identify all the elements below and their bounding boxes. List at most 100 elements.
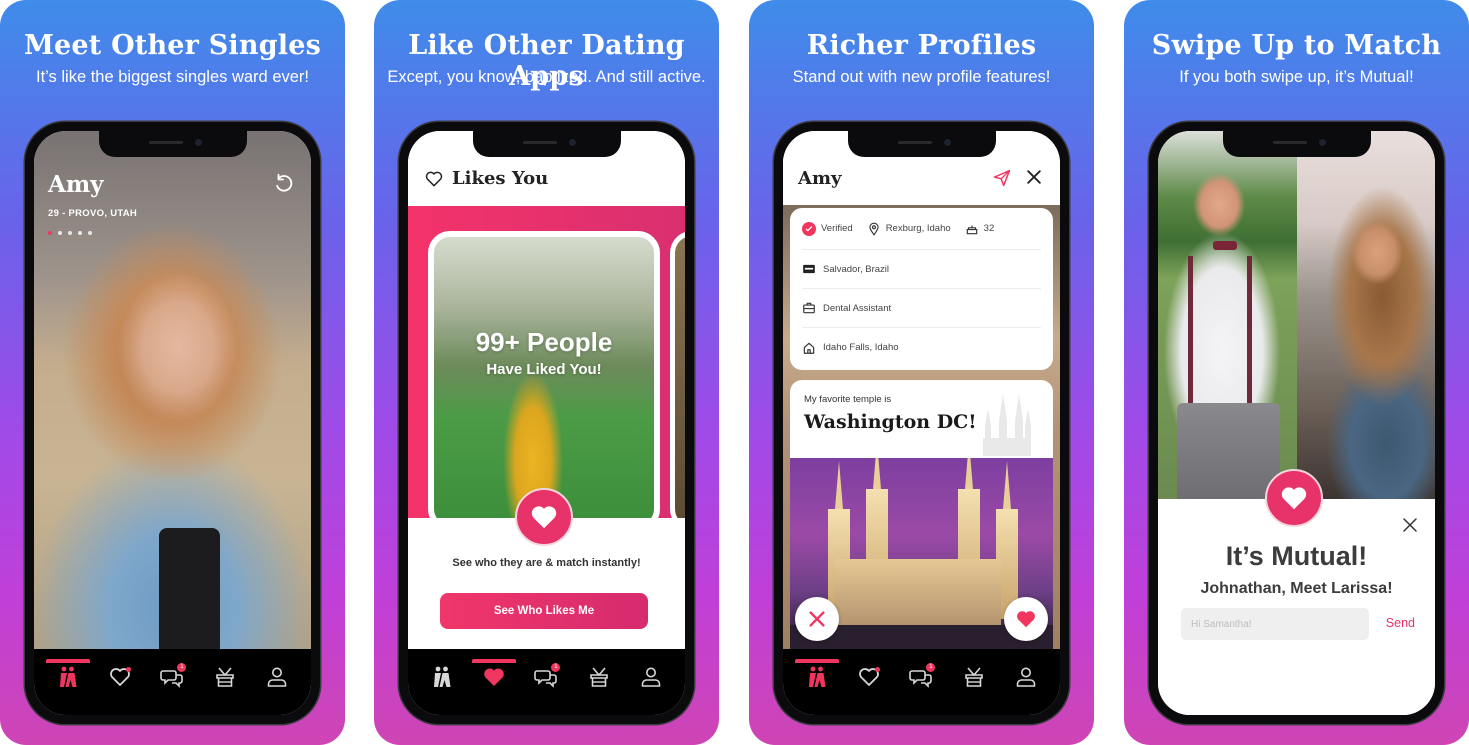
like-button[interactable] [1004, 597, 1048, 641]
blurred-profile-card[interactable]: 99+ People Have Liked You! [428, 231, 660, 531]
heart-outline-icon [423, 169, 445, 189]
age-chip: 32 [965, 222, 994, 236]
pager-dot[interactable] [48, 231, 52, 235]
likes-prompt: See who they are & match instantly! [452, 557, 641, 569]
heart-icon [1015, 608, 1037, 630]
pager-dot[interactable] [58, 231, 62, 235]
people-icon [430, 665, 454, 689]
job-label: Dental Assistant [823, 302, 892, 314]
tab-messages[interactable]: 1 [526, 663, 566, 691]
active-tab-indicator [472, 659, 517, 663]
panel-subtitle: Except, you know, baptized. And still ac… [387, 68, 706, 86]
match-subtitle: Johnathan, Meet Larissa! [1200, 580, 1393, 597]
hometown-label: Idaho Falls, Idaho [823, 342, 899, 353]
heart-icon [1278, 483, 1310, 513]
see-who-likes-me-button[interactable]: See Who Likes Me [440, 593, 648, 629]
tab-discover[interactable] [422, 663, 462, 691]
send-button[interactable]: Send [1386, 616, 1415, 630]
heart-badge [1265, 469, 1323, 527]
phone-frame: It’s Mutual! Johnathan, Meet Larissa! Se… [1149, 122, 1444, 724]
temple-silhouette-icon [983, 394, 1031, 456]
phone-frame: Amy Verified Rexburg, Idaho 32 Salvador,… [774, 122, 1069, 724]
heart-icon [528, 502, 560, 532]
phone-notch [847, 131, 996, 157]
verified-chip: Verified [802, 221, 853, 236]
photo-detail [1177, 403, 1280, 499]
pager-dot[interactable] [78, 231, 82, 235]
basket-icon [213, 665, 237, 689]
panel-swipe-up: Swipe Up to Match If you both swipe up, … [1124, 0, 1469, 745]
match-sheet [1158, 499, 1435, 715]
phone-notch [472, 131, 621, 157]
basket-icon [962, 665, 986, 689]
tab-bar: 1 [408, 649, 685, 715]
tab-activities[interactable] [579, 663, 619, 691]
pass-button[interactable] [795, 597, 839, 641]
tab-activities[interactable] [205, 663, 245, 691]
tab-likes[interactable] [100, 663, 140, 691]
tab-profile[interactable] [631, 663, 671, 691]
basket-icon [587, 665, 611, 689]
profile-name: Amy [48, 171, 104, 198]
tab-activities[interactable] [954, 663, 994, 691]
close-icon[interactable] [1024, 167, 1044, 187]
photo-detail [1188, 256, 1194, 404]
tab-discover[interactable] [46, 659, 91, 691]
match-photo-right [1296, 131, 1435, 499]
panel-likes-you: Like Other Dating Apps Except, you know,… [374, 0, 719, 745]
name-tag-icon [803, 264, 815, 274]
panel-subtitle: Stand out with new profile features! [792, 68, 1051, 86]
info-row-job: Dental Assistant [802, 289, 1041, 328]
match-photo-left [1158, 131, 1297, 499]
verified-check-icon [802, 221, 816, 236]
heart-badge [515, 488, 573, 546]
user-icon [1014, 665, 1038, 689]
tab-likes[interactable] [849, 663, 889, 691]
x-icon [809, 611, 825, 627]
location-label: Rexburg, Idaho [885, 223, 951, 234]
phone-frame: Amy 29 - PROVO, UTAH 1 [25, 122, 320, 724]
photo-detail [1213, 241, 1238, 251]
next-profile-card[interactable] [670, 231, 685, 531]
people-icon [805, 665, 829, 689]
panel-richer-profiles: Richer Profiles Stand out with new profi… [749, 0, 1094, 745]
favorite-temple-card: My favorite temple is Washington DC! [790, 380, 1053, 458]
active-tab-indicator [795, 659, 840, 663]
tab-profile[interactable] [1006, 663, 1046, 691]
tab-profile[interactable] [257, 663, 297, 691]
photo-detail [1246, 256, 1252, 404]
undo-icon[interactable] [273, 173, 295, 195]
panel-subtitle: It’s like the biggest singles ward ever! [36, 68, 309, 86]
tab-messages[interactable]: 1 [152, 663, 192, 691]
panel-title: Meet Other Singles [23, 30, 322, 61]
phone-screen-profile: Amy Verified Rexburg, Idaho 32 Salvador,… [783, 131, 1060, 715]
map-pin-icon [869, 222, 879, 236]
tab-discover[interactable] [795, 659, 840, 691]
photo-pager [48, 231, 92, 235]
people-icon [56, 665, 80, 689]
home-icon [803, 342, 815, 354]
phone-frame: Likes You 99+ People Have Liked You! See… [399, 122, 694, 724]
info-row-summary: Verified Rexburg, Idaho 32 [802, 208, 1041, 250]
tab-bar: 1 [34, 649, 311, 715]
tab-messages[interactable]: 1 [901, 663, 941, 691]
paper-plane-icon[interactable] [992, 168, 1012, 188]
close-icon[interactable] [1401, 516, 1419, 534]
messages-badge: 1 [551, 663, 561, 672]
verified-label: Verified [821, 223, 853, 234]
messages-badge: 1 [926, 663, 936, 672]
profile-info-card: Verified Rexburg, Idaho 32 Salvador, Bra… [790, 208, 1053, 370]
phone-screen-match: It’s Mutual! Johnathan, Meet Larissa! Se… [1158, 131, 1435, 715]
tab-likes[interactable] [472, 659, 517, 691]
info-row-mission: Salvador, Brazil [802, 250, 1041, 289]
cake-icon [966, 225, 977, 234]
phone-notch [1222, 131, 1371, 157]
panel-subtitle: If you both swipe up, it’s Mutual! [1179, 68, 1414, 86]
pager-dot[interactable] [88, 231, 92, 235]
pager-dot[interactable] [68, 231, 72, 235]
mission-label: Salvador, Brazil [823, 263, 890, 275]
likes-count-subtitle: Have Liked You! [486, 361, 602, 378]
briefcase-icon [803, 302, 815, 314]
messages-badge: 1 [177, 663, 187, 672]
message-input[interactable] [1181, 608, 1369, 640]
